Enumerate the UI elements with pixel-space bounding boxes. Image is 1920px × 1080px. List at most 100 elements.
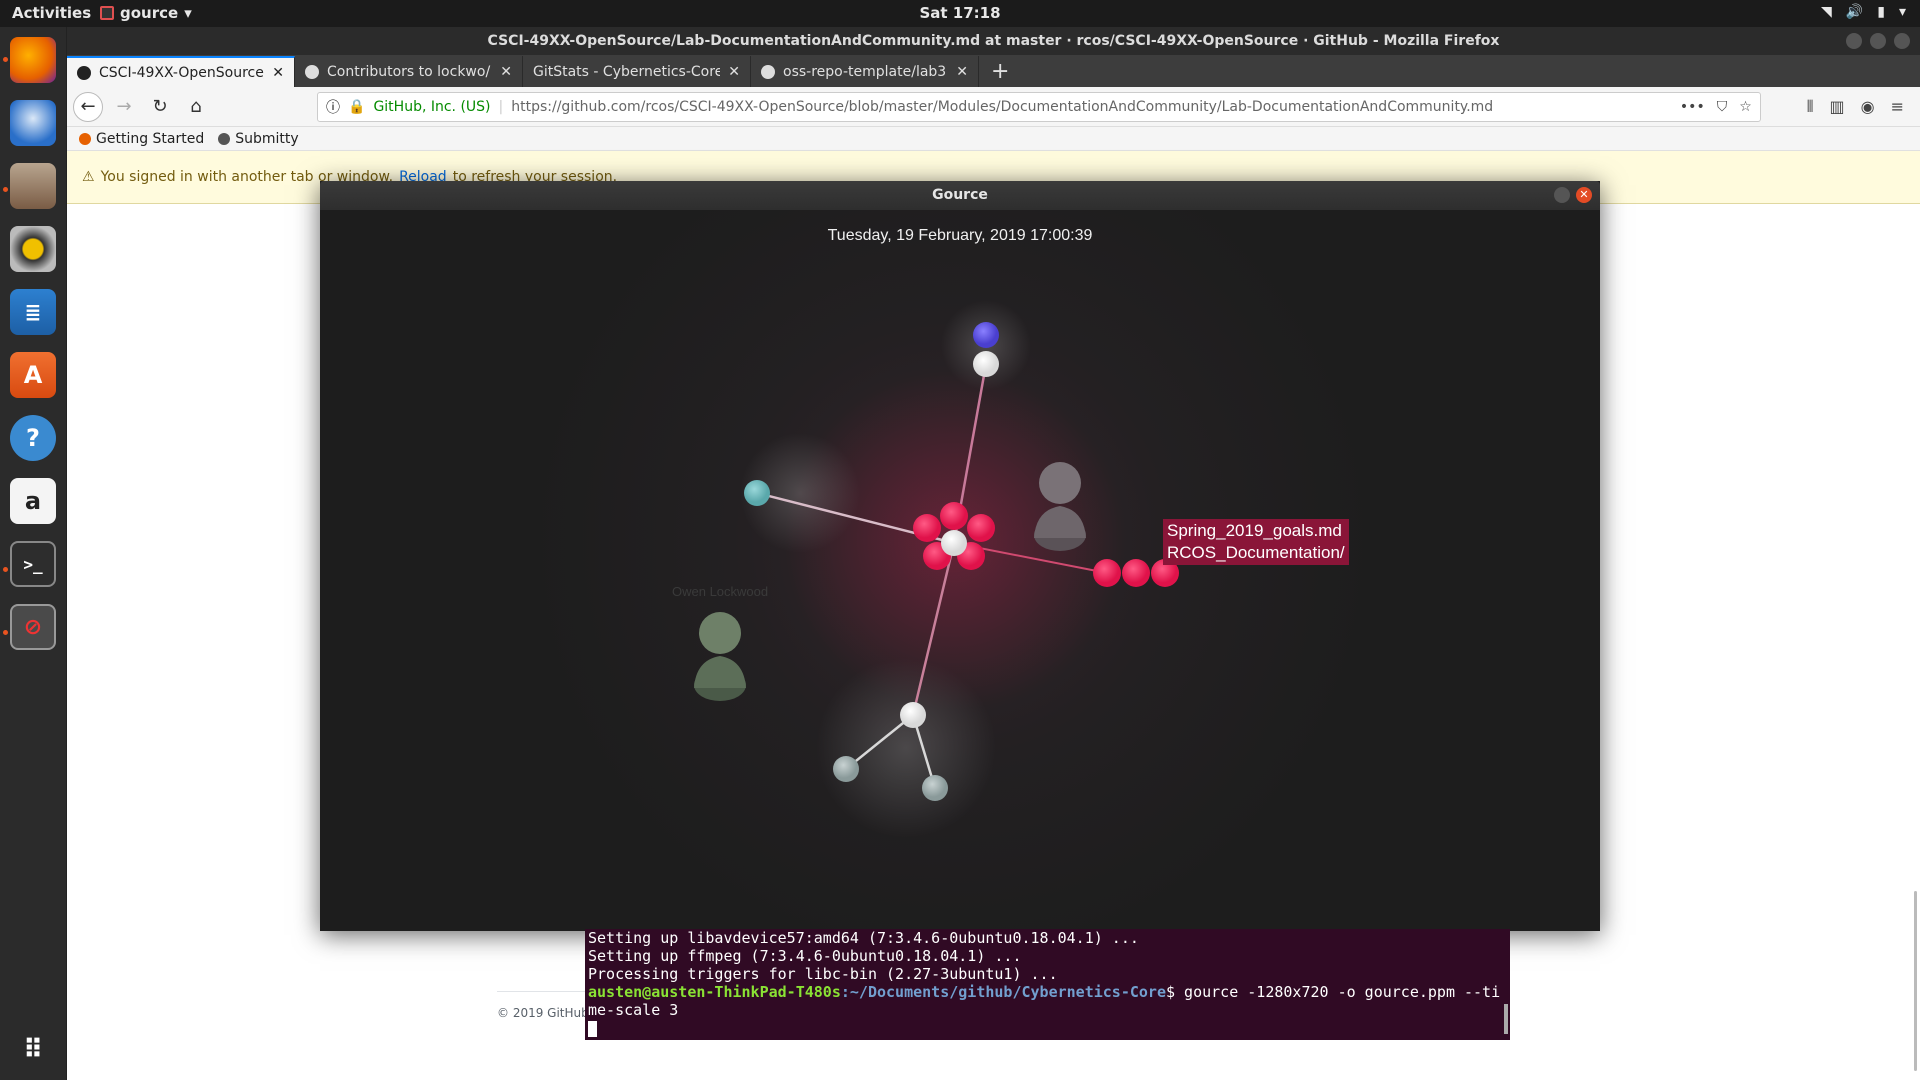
prompt-path: :~/Documents/github/Cybernetics-Core [840,983,1166,1001]
github-icon [77,65,91,80]
library-icon[interactable]: ⫴ [1807,97,1814,117]
user-name-label: Owen Lockwood [672,584,769,599]
close-icon[interactable]: ✕ [728,64,740,80]
app-menu[interactable]: gource ▾ [100,4,192,22]
warning-icon: ⚠ [82,169,95,185]
bookmark-label: Submitty [235,130,299,147]
back-button[interactable]: ← [73,91,103,122]
file-node-pink [913,514,941,542]
battery-icon: ▮ [1877,4,1885,20]
bookmarks-toolbar: Getting Started Submitty [67,127,1920,151]
sidebar-icon[interactable]: ▥ [1830,97,1845,117]
submitty-icon [218,132,231,145]
software-center-icon[interactable]: A [10,352,56,398]
toolbar-right: ⫴ ▥ ◉ ≡ [1767,97,1914,117]
account-icon[interactable]: ◉ [1861,97,1875,117]
url-text[interactable]: https://github.com/rcos/CSCI-49XX-OpenSo… [511,99,1672,115]
file-node-teal [744,480,770,506]
help-icon[interactable]: ? [10,415,56,461]
rhythmbox-icon[interactable] [10,226,56,272]
minimize-button[interactable] [1554,187,1570,203]
tab-label: oss-repo-template/lab3 [783,63,947,80]
window-controls [1846,33,1910,49]
terminal-line: Setting up ffmpeg (7:3.4.6-0ubuntu0.18.0… [588,947,1022,965]
page-scrollbar[interactable] [1914,891,1917,1071]
more-actions-icon[interactable]: ••• [1680,99,1705,115]
dir-name: RCOS_Documentation/ [1167,543,1345,562]
tab-oss-repo-template[interactable]: oss-repo-template/lab3 ✕ [751,56,979,87]
file-node-pink [1122,559,1150,587]
reload-button[interactable]: ↻ [145,92,175,122]
forward-button[interactable]: → [109,92,139,122]
terminal-scrollbar[interactable] [1504,1004,1508,1034]
show-applications-icon[interactable]: ⠿ [10,1027,56,1073]
url-separator: | [498,98,504,115]
libreoffice-writer-icon[interactable]: ≣ [10,289,56,335]
gource-graph [694,300,1179,838]
system-menu-chevron-icon: ▾ [1898,4,1906,20]
terminal-line: Setting up libavdevice57:amd64 (7:3.4.6-… [588,929,1139,947]
github-icon [305,64,319,79]
tab-csci-49xx[interactable]: CSCI-49XX-OpenSource/L ✕ [67,56,295,87]
root-dir-node [941,530,967,556]
maximize-button[interactable] [1870,33,1886,49]
prompt-user: austen@austen-ThinkPad-T480s [588,983,841,1001]
page-actions: ••• ⛉ ☆ [1680,99,1752,115]
bookmark-star-icon[interactable]: ☆ [1739,99,1752,115]
chevron-down-icon: ▾ [184,4,192,22]
firefox-title-bar: CSCI-49XX-OpenSource/Lab-DocumentationAn… [67,27,1920,55]
gource-window-title: Gource [932,187,988,203]
gource-visualization[interactable]: Tuesday, 19 February, 2019 17:00:39 Owen… [320,210,1600,931]
activities-button[interactable]: Activities [12,4,91,22]
running-indicator [3,567,8,572]
github-icon [761,64,775,79]
file-node-pink [1093,559,1121,587]
file-node-pink [967,514,995,542]
firefox-icon [79,132,91,145]
file-tooltip: Spring_2019_goals.md RCOS_Documentation/ [1163,519,1349,565]
site-identity[interactable]: GitHub, Inc. (US) [373,99,490,115]
terminal-prompt-line: austen@austen-ThinkPad-T480s:~/Documents… [588,983,1510,1001]
url-bar[interactable]: ⓘ 🔒 GitHub, Inc. (US) | https://github.c… [317,91,1761,122]
bookmark-label: Getting Started [96,130,205,147]
ubuntu-dock: ≣ A ? a >_ ⊘ ⠿ [0,27,67,1080]
firefox-icon[interactable] [10,37,56,83]
tab-gitstats[interactable]: GitStats - Cybernetics-Core ✕ [523,56,751,87]
file-node-pink [940,502,968,530]
home-button[interactable]: ⌂ [181,92,211,122]
bookmark-getting-started[interactable]: Getting Started [79,131,204,147]
file-node-grey [833,756,859,782]
thunderbird-icon[interactable] [10,100,56,146]
terminal-window[interactable]: Setting up libavdevice57:amd64 (7:3.4.6-… [585,929,1510,1040]
minimize-button[interactable] [1846,33,1862,49]
close-icon[interactable]: ✕ [272,65,284,81]
hamburger-menu-icon[interactable]: ≡ [1891,97,1904,117]
new-tab-button[interactable]: + [979,59,1021,87]
terminal-command-wrap: me-scale 3 [588,1001,679,1019]
user-avatar-green [694,612,746,701]
terminal-icon[interactable]: >_ [10,541,56,587]
gource-window-controls: ✕ [1554,187,1592,203]
close-button[interactable]: ✕ [1576,187,1592,203]
running-indicator [3,187,8,192]
gource-title-bar[interactable]: Gource ✕ [320,181,1600,210]
volume-icon: 🔊 [1845,4,1864,20]
close-icon[interactable]: ✕ [956,64,968,80]
tab-label: GitStats - Cybernetics-Core [533,63,721,80]
pocket-icon[interactable]: ⛉ [1717,99,1728,115]
amazon-icon[interactable]: a [10,478,56,524]
clock[interactable]: Sat 17:18 [0,4,1920,22]
running-indicator [3,630,8,635]
gnome-top-bar: Activities gource ▾ Sat 17:18 ◥ 🔊 ▮ ▾ [0,0,1920,27]
lock-icon: 🔒 [348,98,366,115]
file-node-blue [973,322,999,348]
close-icon[interactable]: ✕ [500,64,512,80]
files-icon[interactable] [10,163,56,209]
bookmark-submitty[interactable]: Submitty [218,130,299,147]
file-node-grey [922,775,948,801]
close-button[interactable] [1894,33,1910,49]
tab-contributors[interactable]: Contributors to lockwo/ ✕ [295,56,523,87]
gource-app-icon[interactable]: ⊘ [10,604,56,650]
system-tray[interactable]: ◥ 🔊 ▮ ▾ [1821,4,1906,20]
info-icon[interactable]: ⓘ [326,97,340,117]
